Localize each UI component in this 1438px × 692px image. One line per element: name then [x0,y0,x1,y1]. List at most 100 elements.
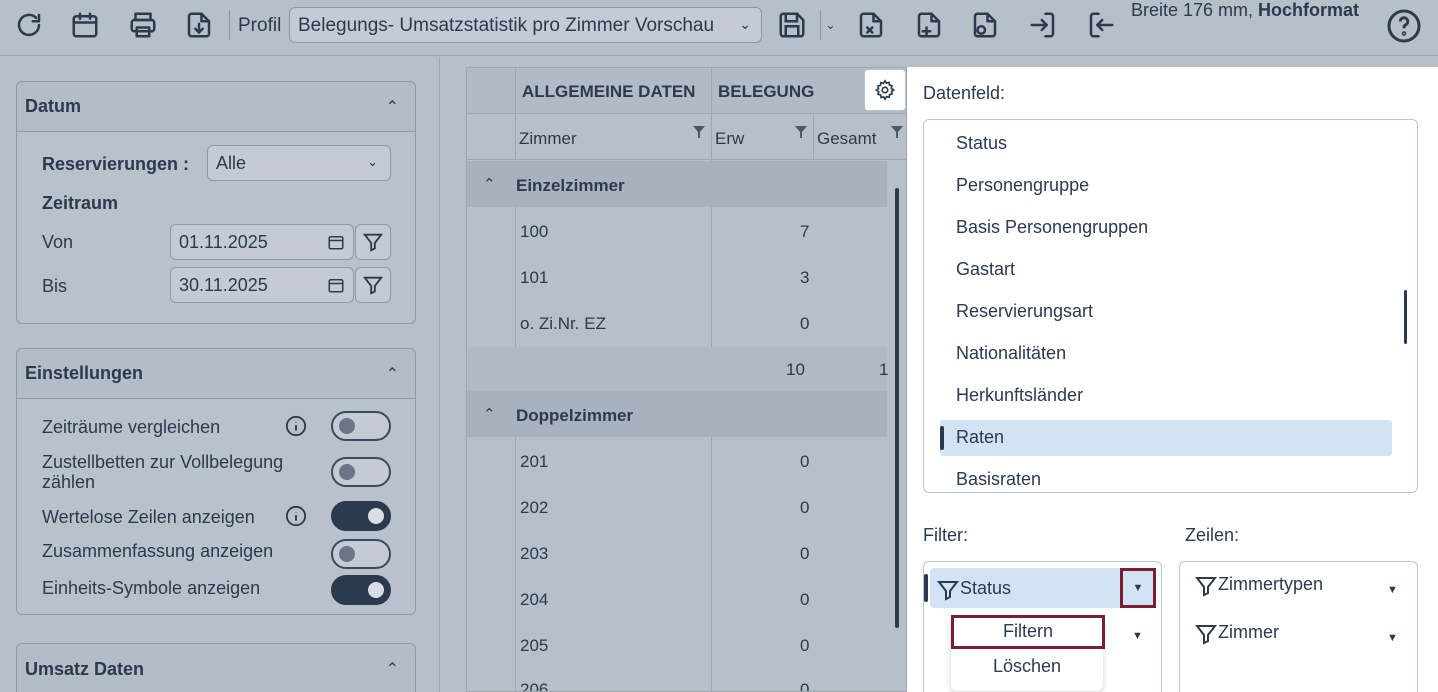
toggle-zeitraeume-vergleichen[interactable] [331,411,391,441]
filter-icon [936,581,960,601]
umsatz-card: Umsatz Daten ⌃ [16,643,416,692]
context-menu-loeschen[interactable]: Löschen [951,650,1103,684]
zeilen-item-zimmertypen[interactable]: Zimmertypen [1188,564,1388,604]
datenfeld-item-active[interactable]: Raten [940,420,1392,456]
reservierungen-label: Reservierungen : [42,154,190,174]
column-filter-icon[interactable] [795,125,807,138]
von-filter-button[interactable] [355,224,391,260]
zeilen-item-zimmer[interactable]: Zimmer [1188,612,1388,652]
profil-select-value: Belegungs- Umsatzstatistik pro Zimmer Vo… [298,15,715,36]
cell-zimmer: 204 [520,590,549,609]
datenfeld-list: Status Personengruppe Basis Personengrup… [923,119,1418,493]
calendar-icon[interactable] [68,8,102,42]
grid-scrollbar[interactable] [895,188,899,628]
datenfeld-item[interactable]: Personengruppe [940,168,1392,204]
help-icon[interactable] [1386,8,1422,44]
context-menu-filtern[interactable]: Filtern [951,615,1105,649]
chevron-up-icon[interactable]: ⌃ [386,97,399,117]
cell-erw: 3 [800,268,810,287]
info-icon[interactable] [285,415,307,437]
toolbar: Profil Belegungs- Umsatzstatistik pro Zi… [0,0,1438,56]
datenfeld-item[interactable]: Basisraten [940,462,1392,492]
chevron-down-icon: ⌄ [739,16,751,32]
cell-erw: 0 [800,314,810,333]
datenfeld-item[interactable]: Basis Personengruppen [940,210,1392,246]
cell-erw: 0 [800,544,810,563]
datenfeld-item[interactable]: Gastart [940,252,1392,288]
chevron-up-icon[interactable]: ⌃ [386,364,399,384]
caret-down-icon[interactable]: ▼ [1387,632,1398,644]
filter-label: Filter: [923,525,968,545]
file-settings-icon[interactable] [968,8,1002,42]
filter-item-dropdown-button[interactable]: ▼ [1120,568,1156,608]
einstellungen-card-header[interactable]: Einstellungen ⌃ [17,349,415,399]
toggle-zusammenfassung[interactable] [331,539,391,569]
datenfeld-label: Datenfeld: [923,83,1006,103]
print-icon[interactable] [126,8,160,42]
add-file-icon[interactable] [912,8,946,42]
grid-settings-button[interactable] [864,69,906,111]
filter-icon [1194,577,1218,597]
datenfeld-item[interactable]: Nationalitäten [940,336,1392,372]
toggle-zustellbetten[interactable] [331,457,391,487]
save-button[interactable] [772,7,812,43]
left-panel: Datum ⌃ Reservierungen : Alle ⌄ Zeitraum… [0,57,440,692]
column-header-erw[interactable]: Erw [715,129,744,149]
zeilen-drop-area: Zimmertypen ▼ Zimmer ▼ [1179,561,1418,692]
datenfeld-item[interactable]: Herkunftsländer [940,378,1392,414]
bis-filter-button[interactable] [355,267,391,303]
field-chooser-panel: Datenfeld: Status Personengruppe Basis P… [907,67,1438,692]
remove-file-icon[interactable] [854,8,888,42]
von-date-value: 01.11.2025 [179,232,268,252]
chevron-up-icon[interactable]: ⌃ [483,175,496,193]
calendar-icon[interactable] [327,276,345,294]
profil-select[interactable]: Belegungs- Umsatzstatistik pro Zimmer Vo… [289,7,762,43]
save-menu-chevron-icon[interactable]: ⌄ [820,10,840,40]
cell-erw: 0 [800,452,810,471]
cell-zimmer: 201 [520,452,549,471]
reservierungen-select[interactable]: Alle ⌄ [207,145,391,181]
calendar-icon[interactable] [327,233,345,251]
column-filter-icon[interactable] [693,125,705,138]
refresh-icon[interactable] [12,8,46,42]
page-format-info: Breite 176 mm, Hochformat [1131,0,1359,21]
header-group-belegung: BELEGUNG [718,82,815,101]
toggle-einheits-symbole[interactable] [331,575,391,605]
header-group-allgemeine: ALLGEMEINE DATEN [522,82,696,101]
column-header-zimmer[interactable]: Zimmer [519,129,577,149]
datenfeld-item[interactable]: Status [940,126,1392,162]
caret-down-icon[interactable]: ▼ [1132,630,1143,642]
page-format-width: Breite 176 mm, [1131,0,1259,20]
grid-line [515,206,516,691]
sum-gesamt-partial: 1 [879,360,889,379]
sum-erw: 10 [786,360,805,379]
sum-row [467,347,887,393]
column-filter-icon[interactable] [891,125,903,138]
cell-erw: 7 [800,222,810,241]
grid-line [515,68,516,160]
download-icon[interactable] [182,8,216,42]
filter-icon [362,233,384,252]
bis-date-value: 30.11.2025 [179,275,268,295]
datum-card: Datum ⌃ Reservierungen : Alle ⌄ Zeitraum… [16,81,416,324]
column-header-gesamt[interactable]: Gesamt [817,129,877,149]
toolbar-separator [229,10,230,40]
cell-erw: 0 [800,636,810,655]
datum-card-header[interactable]: Datum ⌃ [17,82,415,132]
page-format-orientation: Hochformat [1258,0,1360,20]
datenfeld-item[interactable]: Reservierungsart [940,294,1392,330]
export-icon[interactable] [1084,8,1118,42]
toggle-wertelose-zeilen[interactable] [331,501,391,531]
chevron-up-icon[interactable]: ⌃ [386,659,399,679]
chevron-up-icon[interactable]: ⌃ [483,405,496,423]
import-icon[interactable] [1026,8,1060,42]
von-date-input[interactable]: 01.11.2025 [170,224,354,260]
pivot-grid: ALLGEMEINE DATEN BELEGUNG Zimmer Erw Ges… [466,67,907,692]
zeilen-item-label: Zimmer [1218,621,1279,642]
datenfeld-scrollbar[interactable] [1404,290,1407,344]
umsatz-card-header[interactable]: Umsatz Daten ⌃ [17,644,415,692]
info-icon[interactable] [285,505,307,527]
caret-down-icon[interactable]: ▼ [1387,584,1398,596]
bis-date-input[interactable]: 30.11.2025 [170,267,354,303]
filter-item-status[interactable]: Status [924,568,1122,608]
